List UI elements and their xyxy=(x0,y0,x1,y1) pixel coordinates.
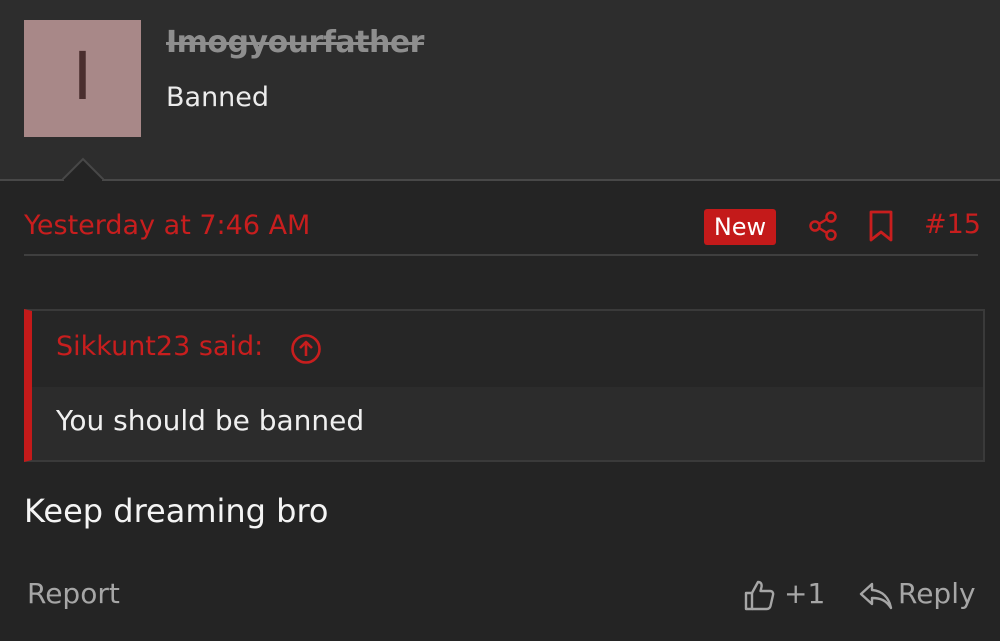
bookmark-icon[interactable] xyxy=(866,209,896,243)
quote-header: Sikkunt23 said: xyxy=(32,311,983,387)
thumbs-up-icon[interactable] xyxy=(742,578,776,612)
avatar[interactable]: I xyxy=(24,20,141,137)
new-badge: New xyxy=(704,209,776,245)
quote-author[interactable]: Sikkunt23 said: xyxy=(56,331,263,362)
quote-block: Sikkunt23 said: You should be banned xyxy=(24,309,985,462)
post-number[interactable]: #15 xyxy=(924,209,981,240)
quote-text: You should be banned xyxy=(56,404,365,437)
reply-arrow-icon[interactable] xyxy=(858,580,894,612)
like-count[interactable]: +1 xyxy=(784,577,825,610)
user-title: Banned xyxy=(166,82,270,113)
user-header: I Imogyourfather Banned xyxy=(0,0,1000,180)
avatar-letter: I xyxy=(72,37,93,115)
report-link[interactable]: Report xyxy=(27,577,120,610)
arrow-up-circle-icon[interactable] xyxy=(290,333,322,365)
post-message: Keep dreaming bro xyxy=(24,492,329,530)
share-icon[interactable] xyxy=(806,209,840,243)
header-pointer xyxy=(62,157,104,181)
reply-button[interactable]: Reply xyxy=(898,577,976,610)
meta-divider xyxy=(24,254,978,256)
header-divider xyxy=(0,179,1000,181)
post-date[interactable]: Yesterday at 7:46 AM xyxy=(24,210,310,241)
username[interactable]: Imogyourfather xyxy=(166,25,424,60)
